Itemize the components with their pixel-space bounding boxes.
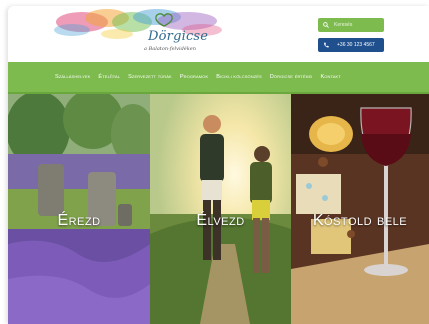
site-header: Dörgicse a Balaton-felvidéken +36 30 123…	[8, 6, 429, 62]
logo-subtitle: a Balaton-felvidéken	[144, 46, 196, 52]
phone-button[interactable]: +36 30 123 4567	[318, 38, 384, 52]
nav-item-szervezett-turak[interactable]: Szervezett túrák	[128, 74, 172, 80]
nav-item-bicikli-kolcsonzes[interactable]: Bicikli kölcsönzés	[216, 74, 262, 80]
phone-number: +36 30 123 4567	[337, 42, 375, 48]
main-navigation: Szálláshelyek Étel/ital Szervezett túrák…	[8, 62, 429, 94]
panel-elvezd[interactable]: Élvezd	[150, 94, 291, 324]
nav-item-szallashelyek[interactable]: Szálláshelyek	[55, 74, 90, 80]
logo-text: Dörgicse	[148, 29, 209, 44]
lavender-field-image	[8, 94, 150, 324]
hero-panels: Érezd Élvezd Kóstold bele	[8, 94, 429, 324]
search-input[interactable]	[334, 22, 378, 28]
search-box[interactable]	[318, 18, 384, 32]
panel-label-kostold-bele: Kóstold bele	[312, 212, 408, 229]
nav-item-kontakt[interactable]: Kontakt	[320, 74, 340, 80]
nav-item-programok[interactable]: Programok	[180, 74, 208, 80]
site-logo[interactable]: Dörgicse a Balaton-felvidéken	[52, 8, 228, 58]
panel-kostold-bele[interactable]: Kóstold bele	[291, 94, 429, 324]
panel-label-erezd: Érezd	[57, 212, 101, 229]
panel-erezd[interactable]: Érezd	[8, 94, 150, 324]
nav-item-etel-ital[interactable]: Étel/ital	[98, 74, 120, 80]
nav-item-dorgicse-ertekei[interactable]: Dörgicse értékei	[270, 74, 313, 80]
wine-cheese-image	[291, 94, 429, 324]
search-icon	[323, 22, 329, 28]
browser-page: Dörgicse a Balaton-felvidéken +36 30 123…	[8, 6, 429, 324]
hikers-image	[150, 94, 291, 324]
panel-label-elvezd: Élvezd	[196, 212, 245, 229]
phone-icon	[324, 42, 329, 48]
